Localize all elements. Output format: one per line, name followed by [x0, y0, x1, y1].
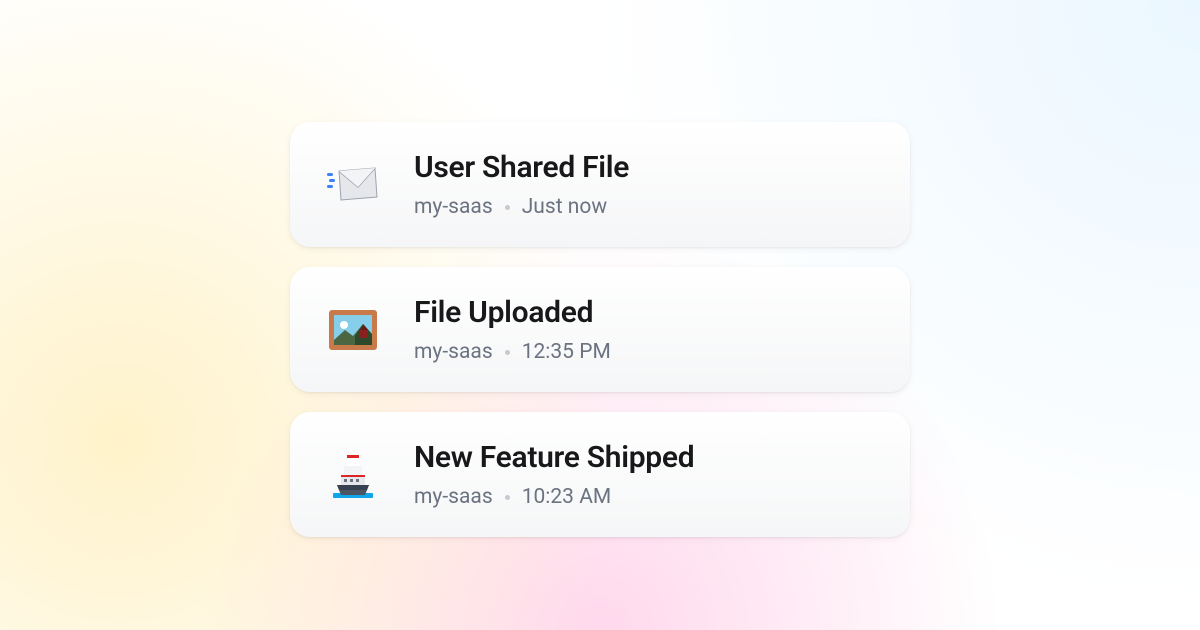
- notification-title: New Feature Shipped: [414, 440, 694, 475]
- notification-content: File Uploaded my-saas 12:35 PM: [414, 295, 611, 364]
- notification-meta: my-saas 12:35 PM: [414, 340, 611, 364]
- notification-project: my-saas: [414, 195, 493, 219]
- notification-title: File Uploaded: [414, 295, 611, 330]
- ship-icon: [326, 448, 380, 502]
- notification-content: New Feature Shipped my-saas 10:23 AM: [414, 440, 694, 509]
- notification-time: 10:23 AM: [522, 485, 612, 509]
- notification-project: my-saas: [414, 340, 493, 364]
- notification-title: User Shared File: [414, 150, 629, 185]
- notification-list: User Shared File my-saas Just now File U…: [0, 0, 1200, 537]
- envelope-icon: [326, 158, 380, 212]
- notification-content: User Shared File my-saas Just now: [414, 150, 629, 219]
- notification-time: Just now: [522, 195, 607, 219]
- separator-dot: [505, 495, 510, 500]
- notification-card[interactable]: User Shared File my-saas Just now: [290, 122, 910, 247]
- notification-meta: my-saas Just now: [414, 195, 629, 219]
- notification-project: my-saas: [414, 485, 493, 509]
- notification-card[interactable]: File Uploaded my-saas 12:35 PM: [290, 267, 910, 392]
- picture-icon: [326, 303, 380, 357]
- separator-dot: [505, 205, 510, 210]
- notification-meta: my-saas 10:23 AM: [414, 485, 694, 509]
- notification-time: 12:35 PM: [522, 340, 611, 364]
- notification-card[interactable]: New Feature Shipped my-saas 10:23 AM: [290, 412, 910, 537]
- separator-dot: [505, 350, 510, 355]
